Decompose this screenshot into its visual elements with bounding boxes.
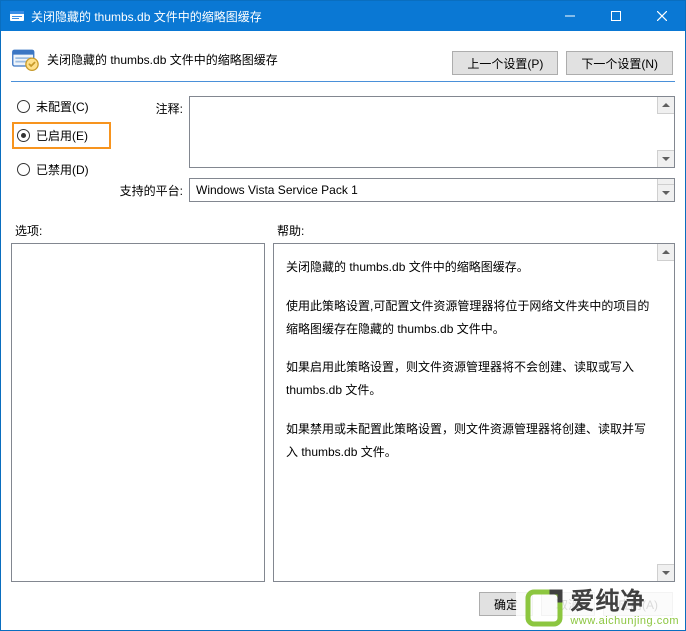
- scroll-up-icon[interactable]: [657, 244, 674, 261]
- options-panel[interactable]: [11, 243, 265, 582]
- help-paragraph: 如果禁用或未配置此策略设置，则文件资源管理器将创建、读取并写入 thumbs.d…: [286, 418, 654, 464]
- previous-setting-button[interactable]: 上一个设置(P): [452, 51, 558, 75]
- radio-group: 未配置(C) 已启用(E) 已禁用(D): [11, 96, 111, 202]
- platform-text: Windows Vista Service Pack 1: [190, 179, 674, 201]
- policy-editor-window: 关闭隐藏的 thumbs.db 文件中的缩略图缓存: [0, 0, 686, 631]
- watermark-text: 爱纯净 www.aichunjing.com: [570, 590, 679, 627]
- panels-row: 关闭隐藏的 thumbs.db 文件中的缩略图缓存。 使用此策略设置,可配置文件…: [11, 243, 675, 582]
- radio-icon: [17, 100, 30, 113]
- radio-label: 未配置(C): [36, 98, 89, 115]
- titlebar[interactable]: 关闭隐藏的 thumbs.db 文件中的缩略图缓存: [1, 1, 685, 31]
- watermark-cn: 爱纯净: [570, 590, 679, 614]
- policy-title: 关闭隐藏的 thumbs.db 文件中的缩略图缓存: [47, 51, 278, 68]
- options-label: 选项:: [11, 222, 273, 239]
- help-label: 帮助:: [273, 222, 675, 239]
- help-content: 关闭隐藏的 thumbs.db 文件中的缩略图缓存。 使用此策略设置,可配置文件…: [274, 244, 674, 492]
- header-row: 关闭隐藏的 thumbs.db 文件中的缩略图缓存 上一个设置(P) 下一个设置…: [11, 41, 675, 75]
- window-controls: [547, 1, 685, 31]
- help-paragraph: 关闭隐藏的 thumbs.db 文件中的缩略图缓存。: [286, 256, 654, 279]
- platform-label: 支持的平台:: [111, 178, 183, 199]
- watermark-en: www.aichunjing.com: [570, 616, 679, 627]
- close-button[interactable]: [639, 1, 685, 31]
- maximize-button[interactable]: [593, 1, 639, 31]
- policy-icon: [11, 45, 39, 73]
- watermark-logo-icon: [524, 588, 564, 628]
- platform-input[interactable]: Windows Vista Service Pack 1: [189, 178, 675, 202]
- help-paragraph: 如果启用此策略设置，则文件资源管理器将不会创建、读取或写入 thumbs.db …: [286, 356, 654, 402]
- comment-text: [190, 97, 674, 105]
- nav-buttons: 上一个设置(P) 下一个设置(N): [452, 41, 675, 75]
- scroll-down-icon[interactable]: [657, 184, 674, 201]
- scroll-up-icon[interactable]: [657, 97, 674, 114]
- watermark: 爱纯净 www.aichunjing.com: [516, 586, 685, 628]
- app-icon: [9, 8, 25, 24]
- comment-row: 注释:: [111, 96, 675, 168]
- radio-not-configured[interactable]: 未配置(C): [17, 98, 111, 115]
- radio-label: 已启用(E): [36, 127, 88, 144]
- header-underline: [11, 81, 675, 82]
- radio-enabled[interactable]: 已启用(E): [17, 127, 88, 144]
- comment-input[interactable]: [189, 96, 675, 168]
- section-labels: 选项: 帮助:: [11, 222, 675, 239]
- client-area: 关闭隐藏的 thumbs.db 文件中的缩略图缓存 上一个设置(P) 下一个设置…: [1, 31, 685, 630]
- scroll-down-icon[interactable]: [657, 564, 674, 581]
- radio-enabled-highlight: 已启用(E): [12, 122, 111, 149]
- radio-label: 已禁用(D): [36, 161, 89, 178]
- comment-label: 注释:: [111, 96, 183, 117]
- platform-row: 支持的平台: Windows Vista Service Pack 1: [111, 178, 675, 202]
- window-title: 关闭隐藏的 thumbs.db 文件中的缩略图缓存: [31, 8, 547, 25]
- next-setting-button[interactable]: 下一个设置(N): [566, 51, 673, 75]
- radio-disabled[interactable]: 已禁用(D): [17, 161, 111, 178]
- fields-column: 注释: 支持的平台: Windows Vista Service Pack 1: [111, 96, 675, 202]
- header-left: 关闭隐藏的 thumbs.db 文件中的缩略图缓存: [11, 41, 452, 73]
- scroll-down-icon[interactable]: [657, 150, 674, 167]
- radio-icon: [17, 129, 30, 142]
- help-panel[interactable]: 关闭隐藏的 thumbs.db 文件中的缩略图缓存。 使用此策略设置,可配置文件…: [273, 243, 675, 582]
- config-area: 未配置(C) 已启用(E) 已禁用(D) 注释:: [11, 96, 675, 202]
- help-paragraph: 使用此策略设置,可配置文件资源管理器将位于网络文件夹中的项目的缩略图缓存在隐藏的…: [286, 295, 654, 341]
- minimize-button[interactable]: [547, 1, 593, 31]
- radio-icon: [17, 163, 30, 176]
